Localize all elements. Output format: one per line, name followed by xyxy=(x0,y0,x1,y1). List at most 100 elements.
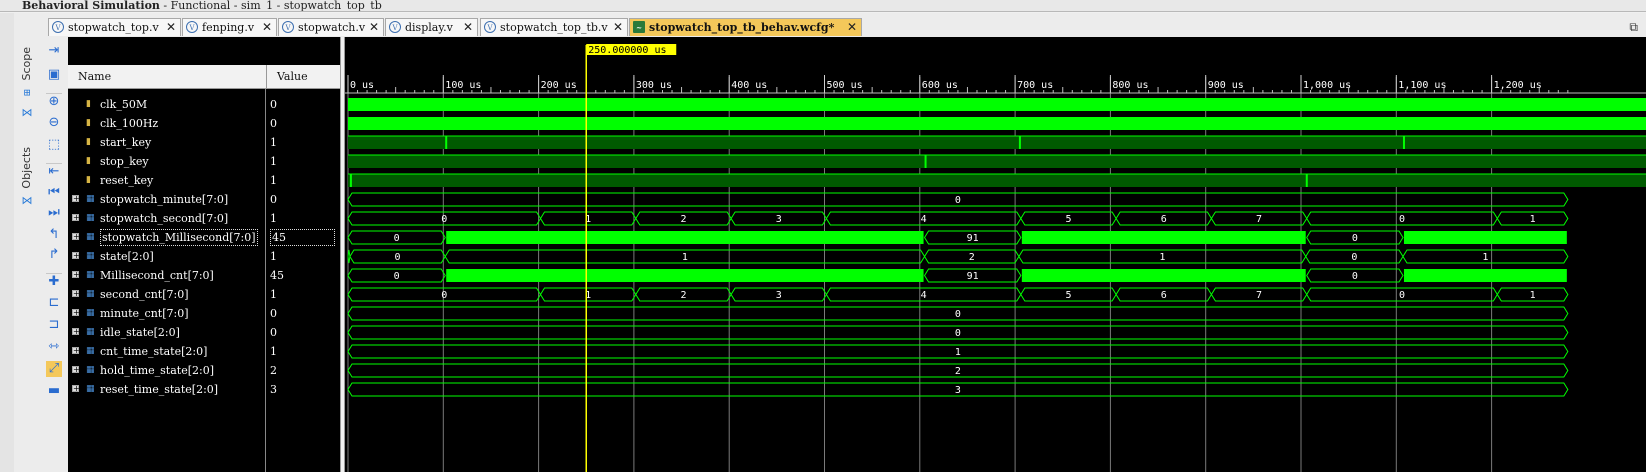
signal-row[interactable]: + ▦ cnt_time_state[2:0] 1 xyxy=(68,342,340,361)
goto-cursor-icon[interactable]: ⇤ xyxy=(46,163,62,180)
close-icon[interactable]: ✕ xyxy=(463,19,473,36)
expand-toggle-icon[interactable]: + xyxy=(72,271,80,279)
tab-stopwatch-v[interactable]: V stopwatch.v ✕ xyxy=(278,18,384,36)
expand-toggle-icon[interactable]: + xyxy=(72,233,80,241)
close-icon[interactable]: ✕ xyxy=(847,19,857,36)
signal-name[interactable]: second_cnt[7:0] xyxy=(100,285,189,304)
tab-stopwatch-top-tb-v[interactable]: V stopwatch_top_tb.v ✕ xyxy=(480,18,628,36)
signal-value: 1 xyxy=(270,136,277,149)
clock-wave xyxy=(348,98,1646,111)
signal-name[interactable]: stop_key xyxy=(100,152,149,171)
previous-transition-icon[interactable]: ↰ xyxy=(46,227,62,243)
signal-name[interactable]: hold_time_state[2:0] xyxy=(100,361,214,380)
bus-signal-icon: ▦ xyxy=(86,346,95,356)
share-icon[interactable]: ⋈ xyxy=(21,107,33,119)
bit-signal-icon: ▮ xyxy=(86,99,91,109)
signal-value: 0 xyxy=(270,193,277,206)
signal-row[interactable]: + ▦ second_cnt[7:0] 1 xyxy=(68,285,340,304)
add-marker-icon[interactable]: ✚ xyxy=(46,273,62,290)
signal-row[interactable]: + ▦ stopwatch_minute[7:0] 0 xyxy=(68,190,340,209)
signal-row[interactable]: + ▦ stopwatch_Millisecond[7:0] 45 xyxy=(68,228,340,247)
close-icon[interactable]: ✕ xyxy=(166,19,176,36)
close-icon[interactable]: ✕ xyxy=(369,19,379,36)
dense-bus-activity xyxy=(446,231,924,244)
bus-value-label: 7 xyxy=(1256,214,1262,225)
objects-icon[interactable]: ⋈ xyxy=(21,195,33,207)
dense-bus-activity xyxy=(1021,231,1306,244)
signal-name[interactable]: reset_time_state[2:0] xyxy=(100,380,218,399)
signal-value: 3 xyxy=(270,383,277,396)
expand-toggle-icon[interactable]: + xyxy=(72,214,80,222)
hierarchy-icon[interactable]: ⊞ xyxy=(21,87,33,99)
signal-row[interactable]: + ▦ idle_state[2:0] 0 xyxy=(68,323,340,342)
goto-start-icon[interactable]: ⏮ xyxy=(46,185,62,201)
goto-end-icon[interactable]: ⏭ xyxy=(46,205,62,221)
waveform-canvas[interactable]: 0 us 100 us 200 us 300 us 400 us 500 us 600 us… xyxy=(345,37,1646,472)
expand-toggle-icon[interactable]: + xyxy=(72,328,80,336)
swap-cursors-icon[interactable]: ⇿ xyxy=(46,339,62,355)
expand-toggle-icon[interactable]: + xyxy=(72,252,80,260)
close-icon[interactable]: ✕ xyxy=(262,19,272,36)
next-transition-icon[interactable]: ↱ xyxy=(46,247,62,263)
next-marker-icon[interactable]: ⊐ xyxy=(46,317,62,333)
restore-window-icon[interactable]: ⧉ xyxy=(1629,20,1638,35)
signal-row[interactable]: + ▦ Millisecond_cnt[7:0] 45 xyxy=(68,266,340,285)
signal-row[interactable]: + ▦ stopwatch_second[7:0] 1 xyxy=(68,209,340,228)
signal-row[interactable]: ▮ clk_100Hz 0 xyxy=(68,114,340,133)
signal-name[interactable]: clk_50M xyxy=(100,95,147,114)
expand-all-icon[interactable]: ⇥ xyxy=(46,43,62,59)
zoom-out-icon[interactable]: ⊖ xyxy=(46,115,62,131)
signal-name[interactable]: minute_cnt[7:0] xyxy=(100,304,189,323)
ruler-tick-label: 700 us xyxy=(1017,80,1053,91)
tab-label: stopwatch_top.v xyxy=(68,21,159,34)
bus-value-label: 91 xyxy=(967,233,979,244)
signal-row[interactable]: + ▦ hold_time_state[2:0] 2 xyxy=(68,361,340,380)
expand-toggle-icon[interactable]: + xyxy=(72,366,80,374)
tab-stopwatch-top-tb-behav-wcfg[interactable]: ~ stopwatch_top_tb_behav.wcfg* ✕ xyxy=(629,18,862,36)
expand-toggle-icon[interactable]: + xyxy=(72,347,80,355)
bus-value-label: 0 xyxy=(1352,233,1358,244)
high-level-fill xyxy=(348,155,1646,168)
tab-stopwatch-top-v[interactable]: V stopwatch_top.v ✕ xyxy=(48,18,181,36)
close-icon[interactable]: ✕ xyxy=(613,19,623,36)
expand-toggle-icon[interactable]: + xyxy=(72,309,80,317)
expand-toggle-icon[interactable]: + xyxy=(72,195,80,203)
tab-label: stopwatch_top_tb_behav.wcfg* xyxy=(649,21,835,34)
verilog-file-icon: V xyxy=(186,21,198,33)
value-column-header[interactable]: Value xyxy=(266,65,340,89)
save-icon[interactable]: ▣ xyxy=(46,67,62,83)
signal-name[interactable]: cnt_time_state[2:0] xyxy=(100,342,207,361)
name-column-header[interactable]: Name xyxy=(68,65,266,89)
signal-row[interactable]: ▮ start_key 1 xyxy=(68,133,340,152)
tab-fenping-v[interactable]: V fenping.v ✕ xyxy=(182,18,277,36)
bus-value-label: 0 xyxy=(955,309,961,320)
zoom-in-icon[interactable]: ⊕ xyxy=(46,93,62,110)
signal-row[interactable]: + ▦ minute_cnt[7:0] 0 xyxy=(68,304,340,323)
signal-name[interactable]: start_key xyxy=(100,133,151,152)
signal-row[interactable]: ▮ stop_key 1 xyxy=(68,152,340,171)
previous-marker-icon[interactable]: ⊏ xyxy=(46,295,62,311)
tab-display-v[interactable]: V display.v ✕ xyxy=(385,18,478,36)
signal-name[interactable]: reset_key xyxy=(100,171,153,190)
signal-name[interactable]: state[2:0] xyxy=(100,247,154,266)
signal-value: 1 xyxy=(270,345,277,358)
signal-row[interactable]: ▮ reset_key 1 xyxy=(68,171,340,190)
floating-ruler-icon[interactable]: ▬ xyxy=(46,383,62,399)
signal-name[interactable]: clk_100Hz xyxy=(100,114,158,133)
zoom-fit-icon[interactable]: ⬚ xyxy=(46,137,62,153)
signal-row[interactable]: + ▦ reset_time_state[2:0] 3 xyxy=(68,380,340,399)
expand-toggle-icon[interactable]: + xyxy=(72,385,80,393)
snap-to-transition-icon[interactable]: ⤢ xyxy=(46,361,62,377)
signal-name[interactable]: Millisecond_cnt[7:0] xyxy=(100,266,214,285)
expand-toggle-icon[interactable]: + xyxy=(72,290,80,298)
signal-name[interactable]: stopwatch_minute[7:0] xyxy=(100,190,228,209)
scope-tab[interactable]: Scope xyxy=(20,47,33,81)
signal-row[interactable]: ▮ clk_50M 0 xyxy=(68,95,340,114)
bus-value-label: 0 xyxy=(441,290,447,301)
signal-name[interactable]: idle_state[2:0] xyxy=(100,323,180,342)
signal-row[interactable]: + ▦ state[2:0] 1 xyxy=(68,247,340,266)
bus-value-label: 2 xyxy=(969,252,975,263)
signal-name[interactable]: stopwatch_second[7:0] xyxy=(100,209,228,228)
objects-tab[interactable]: Objects xyxy=(20,147,33,189)
signal-name[interactable]: stopwatch_Millisecond[7:0] xyxy=(100,229,258,246)
